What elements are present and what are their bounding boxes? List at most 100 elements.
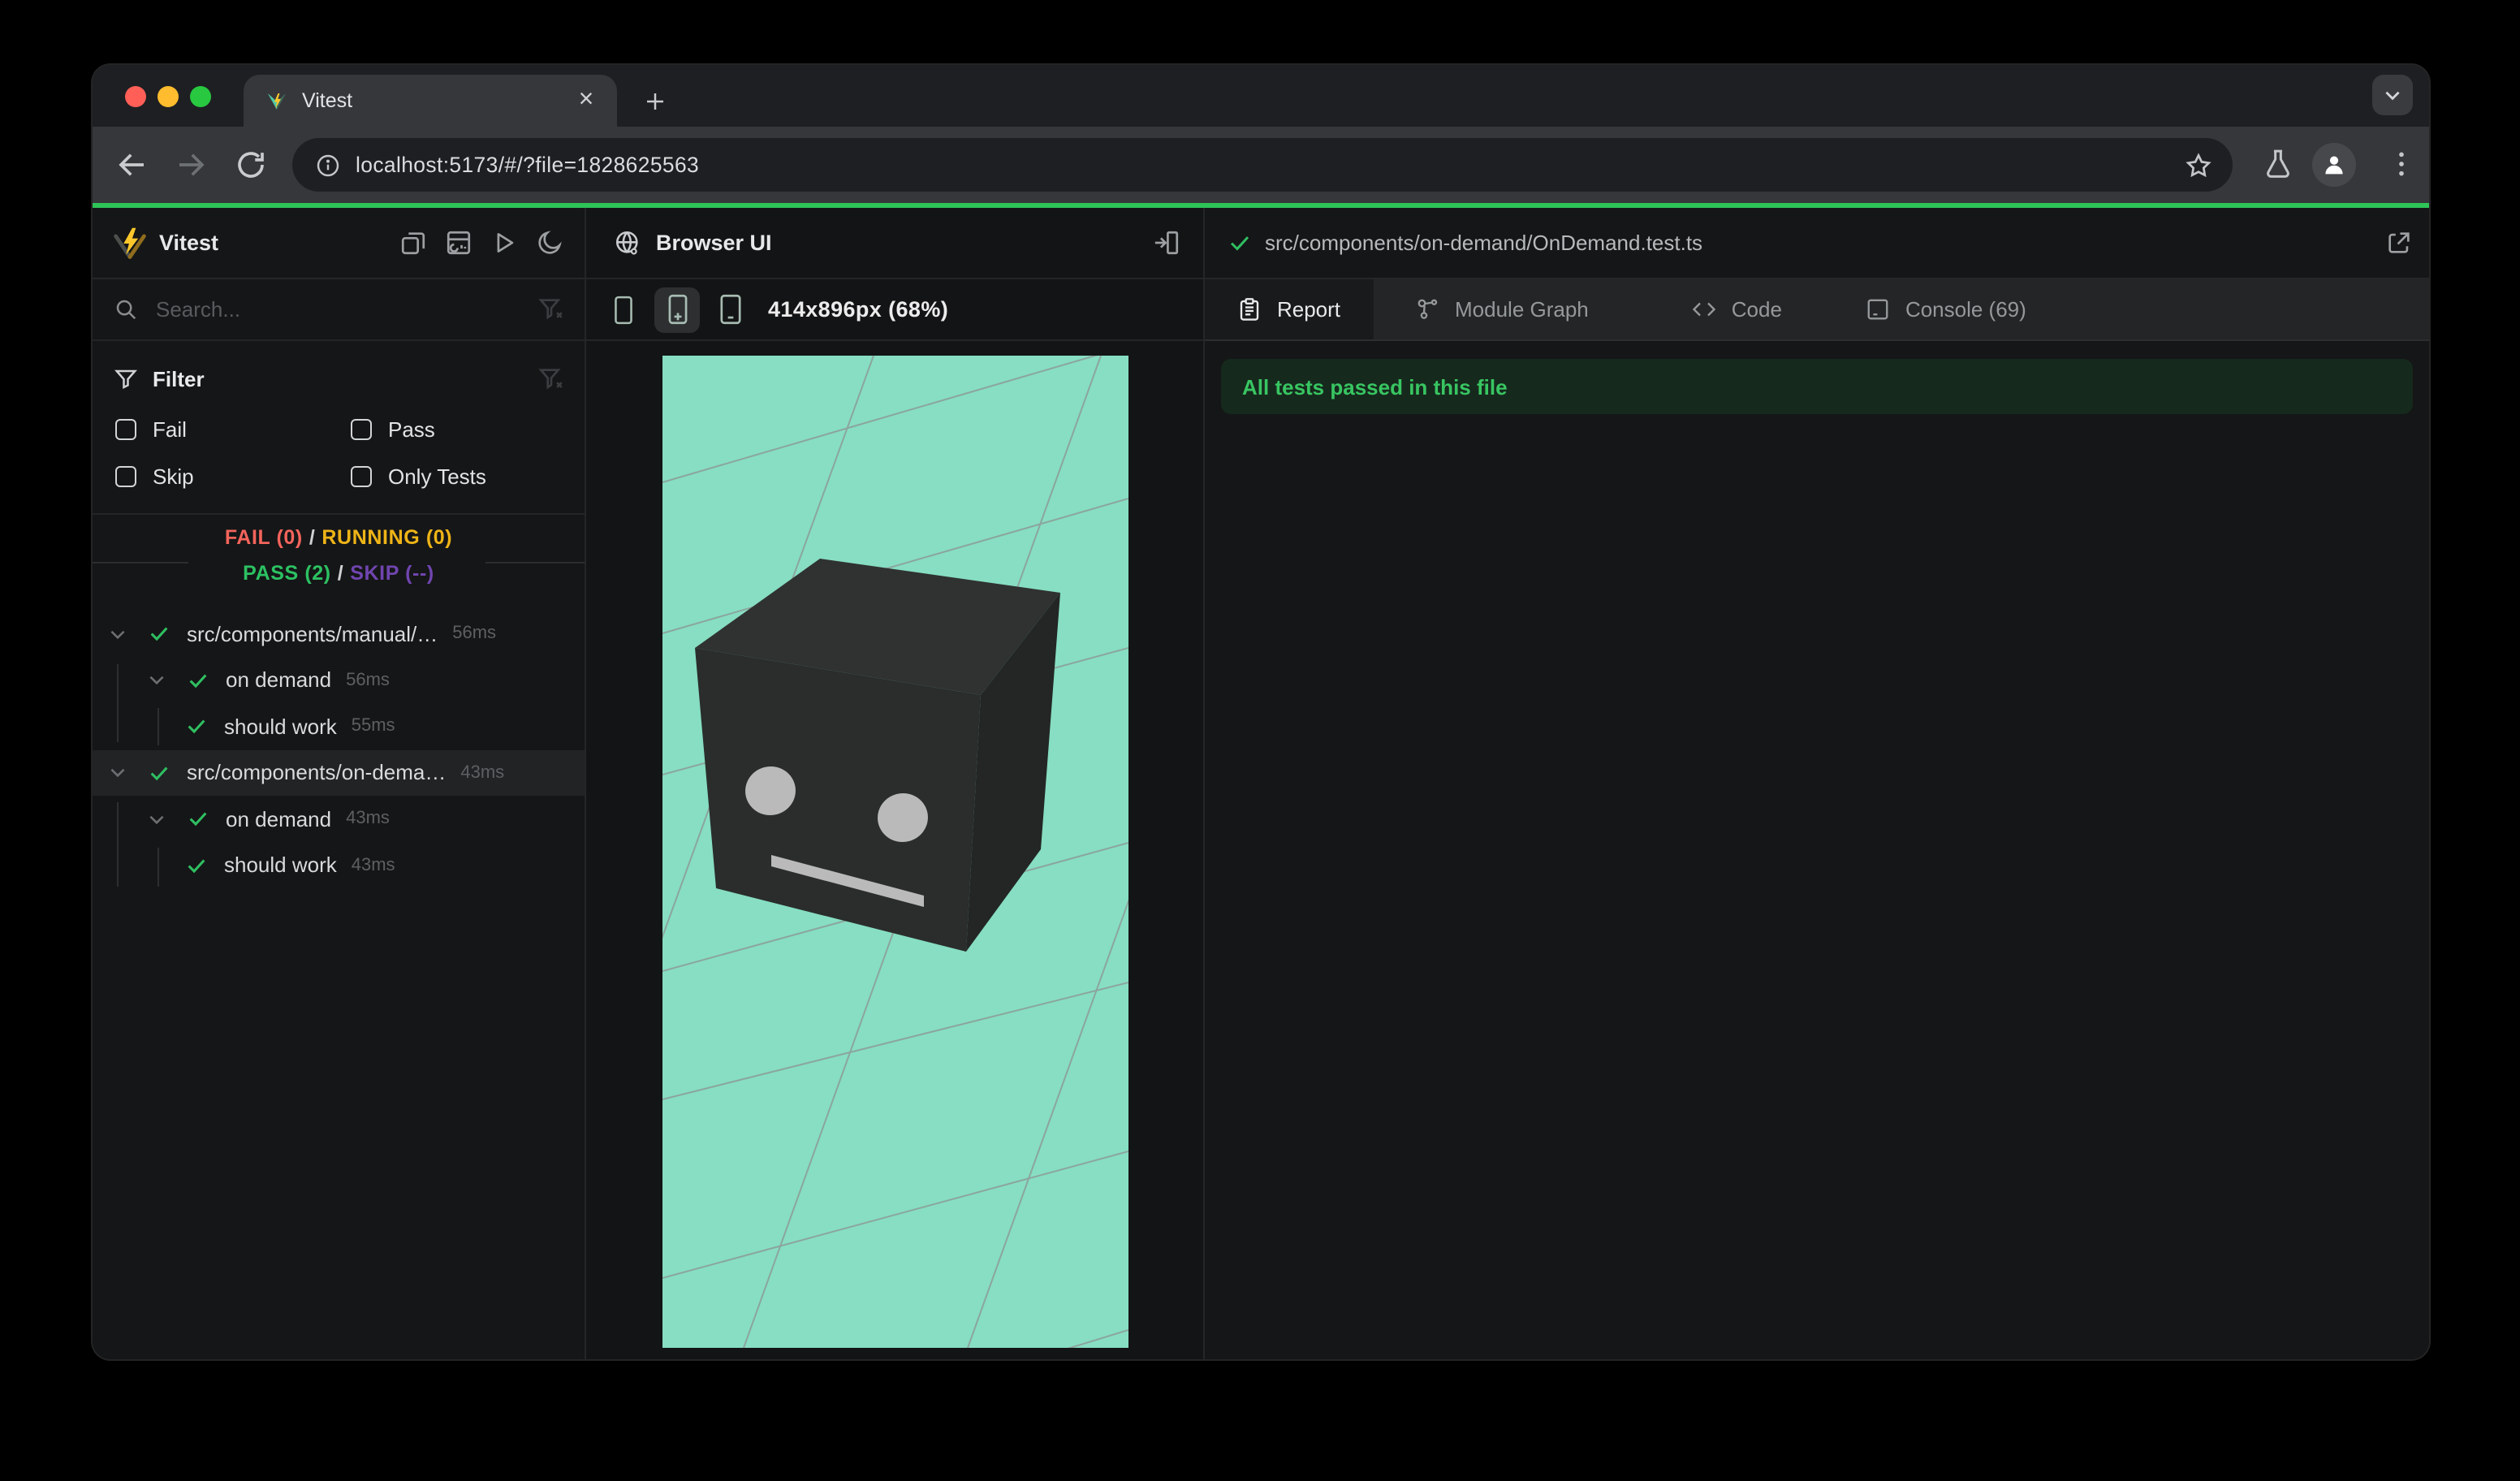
tab-code[interactable]: Code bbox=[1663, 279, 1811, 339]
pass-check-icon bbox=[1230, 236, 1249, 251]
traffic-lights bbox=[125, 86, 211, 107]
dark-mode-moon-icon[interactable] bbox=[536, 229, 563, 257]
screen: Vitest × localhost:5173/#/?file=18286255… bbox=[0, 0, 2520, 1481]
console-icon bbox=[1868, 299, 1889, 320]
device-phone-small-button[interactable] bbox=[609, 295, 638, 324]
tree-row-file[interactable]: src/components/manual/… 56ms bbox=[93, 611, 585, 657]
test-tree: src/components/manual/… 56ms on demand 5… bbox=[93, 611, 585, 888]
report-tabs: Report Module Graph Code Console (69) bbox=[1205, 279, 2429, 341]
browser-tab[interactable]: Vitest × bbox=[244, 75, 617, 127]
tree-row-suite[interactable]: on demand 43ms bbox=[93, 796, 585, 842]
clear-search-filter-icon[interactable] bbox=[537, 296, 565, 323]
filter-checkbox-skip[interactable]: Skip bbox=[115, 464, 328, 489]
chevron-down-icon[interactable] bbox=[107, 624, 128, 645]
device-phone-plus-button-selected[interactable] bbox=[654, 287, 700, 332]
tree-row-test[interactable]: should work 43ms bbox=[93, 842, 585, 888]
test-file-name: src/components/on-dema… bbox=[187, 760, 447, 785]
test-duration: 56ms bbox=[452, 624, 497, 644]
filter-checkbox-only-tests[interactable]: Only Tests bbox=[351, 464, 486, 489]
all-tests-passed-banner: All tests passed in this file bbox=[1221, 359, 2413, 414]
reload-button[interactable] bbox=[234, 148, 268, 182]
report-dashboard-icon[interactable] bbox=[445, 229, 472, 257]
checkbox-label: Only Tests bbox=[388, 464, 486, 489]
url-text: localhost:5173/#/?file=1828625563 bbox=[356, 153, 700, 177]
forward-button[interactable] bbox=[174, 148, 208, 182]
pass-check-icon bbox=[189, 674, 207, 688]
tree-row-suite[interactable]: on demand 56ms bbox=[93, 657, 585, 703]
browser-preview-viewport[interactable] bbox=[662, 356, 1128, 1348]
test-duration: 43ms bbox=[351, 855, 395, 875]
address-bar[interactable]: localhost:5173/#/?file=1828625563 bbox=[292, 138, 2233, 192]
tab-module-graph[interactable]: Module Graph bbox=[1387, 279, 1618, 339]
run-all-play-icon[interactable] bbox=[490, 229, 518, 257]
tab-console[interactable]: Console (69) bbox=[1837, 279, 2056, 339]
test-summary: FAIL (0) / RUNNING (0) PASS (2) / SKIP (--) bbox=[93, 515, 585, 611]
close-window-button[interactable] bbox=[125, 86, 146, 107]
banner-text: All tests passed in this file bbox=[1242, 374, 1508, 399]
browser-toolbar: localhost:5173/#/?file=1828625563 bbox=[93, 127, 2429, 203]
device-tablet-minus-button[interactable] bbox=[716, 294, 745, 325]
checkbox-icon[interactable] bbox=[351, 419, 372, 440]
fail-count: FAIL (0) bbox=[224, 526, 303, 549]
device-toolbar: 414x896px (68%) bbox=[586, 279, 1203, 341]
tree-row-file-selected[interactable]: src/components/on-dema… 43ms bbox=[93, 749, 585, 796]
sidebar: Vitest Search... Filter Fail Pass Skip O… bbox=[93, 208, 586, 1359]
checkbox-icon[interactable] bbox=[351, 466, 372, 487]
summary-line-1: FAIL (0) / RUNNING (0) bbox=[224, 526, 453, 549]
new-tab-button[interactable] bbox=[633, 80, 675, 122]
search-icon bbox=[116, 300, 136, 320]
pass-check-icon bbox=[188, 720, 205, 734]
chevron-down-icon[interactable] bbox=[146, 670, 167, 691]
dashboard-windows-icon[interactable] bbox=[399, 229, 427, 257]
checkbox-label: Skip bbox=[153, 464, 194, 489]
test-duration: 43ms bbox=[460, 762, 505, 783]
module-graph-icon bbox=[1418, 299, 1438, 319]
tab-search-button[interactable] bbox=[2372, 75, 2413, 115]
tab-title: Vitest bbox=[302, 89, 353, 112]
test-duration: 56ms bbox=[346, 670, 390, 690]
vitest-logo-icon bbox=[114, 227, 146, 258]
person-icon bbox=[2325, 156, 2343, 175]
bookmark-star-icon[interactable] bbox=[2184, 150, 2213, 179]
titlebar: Vitest × bbox=[93, 65, 2429, 127]
sidebar-toolbar bbox=[399, 229, 563, 257]
minimize-window-button[interactable] bbox=[158, 86, 179, 107]
experiments-flask-icon[interactable] bbox=[2262, 148, 2294, 180]
filter-checkbox-fail[interactable]: Fail bbox=[115, 417, 328, 442]
running-count: RUNNING (0) bbox=[321, 526, 453, 549]
test-file-name: src/components/manual/… bbox=[187, 621, 438, 646]
filter-title: Filter bbox=[153, 366, 205, 391]
test-duration: 43ms bbox=[346, 809, 390, 829]
pass-check-icon bbox=[188, 859, 205, 873]
tab-label: Console (69) bbox=[1905, 297, 2026, 322]
sidebar-header: Vitest bbox=[93, 208, 585, 279]
tab-label: Module Graph bbox=[1455, 297, 1589, 322]
clear-filters-icon[interactable] bbox=[537, 365, 565, 392]
pass-count: PASS (2) bbox=[243, 562, 331, 585]
tree-row-test[interactable]: should work 55ms bbox=[93, 703, 585, 749]
browser-menu-icon[interactable] bbox=[2385, 148, 2418, 180]
chevron-down-icon[interactable] bbox=[146, 809, 167, 830]
filter-funnel-icon bbox=[114, 369, 138, 389]
test-case-name: should work bbox=[224, 853, 337, 878]
viewport-size-label: 414x896px (68%) bbox=[768, 297, 949, 322]
tab-report[interactable]: Report bbox=[1205, 279, 1374, 339]
checkbox-icon[interactable] bbox=[115, 419, 136, 440]
back-button[interactable] bbox=[115, 148, 149, 182]
open-external-icon[interactable] bbox=[2385, 229, 2413, 257]
site-info-icon[interactable] bbox=[315, 152, 341, 178]
dock-panel-right-icon[interactable] bbox=[1153, 229, 1180, 257]
profile-avatar[interactable] bbox=[2312, 143, 2356, 187]
tab-close-icon[interactable]: × bbox=[572, 86, 601, 115]
filter-checkbox-pass[interactable]: Pass bbox=[351, 417, 435, 442]
globe-icon bbox=[615, 231, 638, 255]
chevron-down-icon[interactable] bbox=[107, 762, 128, 784]
pass-check-icon bbox=[150, 766, 168, 780]
checkbox-icon[interactable] bbox=[115, 466, 136, 487]
test-file-path: src/components/on-demand/OnDemand.test.t… bbox=[1265, 231, 1703, 255]
tab-label: Report bbox=[1276, 297, 1341, 322]
search-input[interactable] bbox=[153, 296, 537, 323]
maximize-window-button[interactable] bbox=[190, 86, 211, 107]
vitest-ui: Vitest Search... Filter Fail Pass Skip O… bbox=[93, 208, 2429, 1359]
browser-window: Vitest × localhost:5173/#/?file=18286255… bbox=[93, 65, 2429, 1359]
